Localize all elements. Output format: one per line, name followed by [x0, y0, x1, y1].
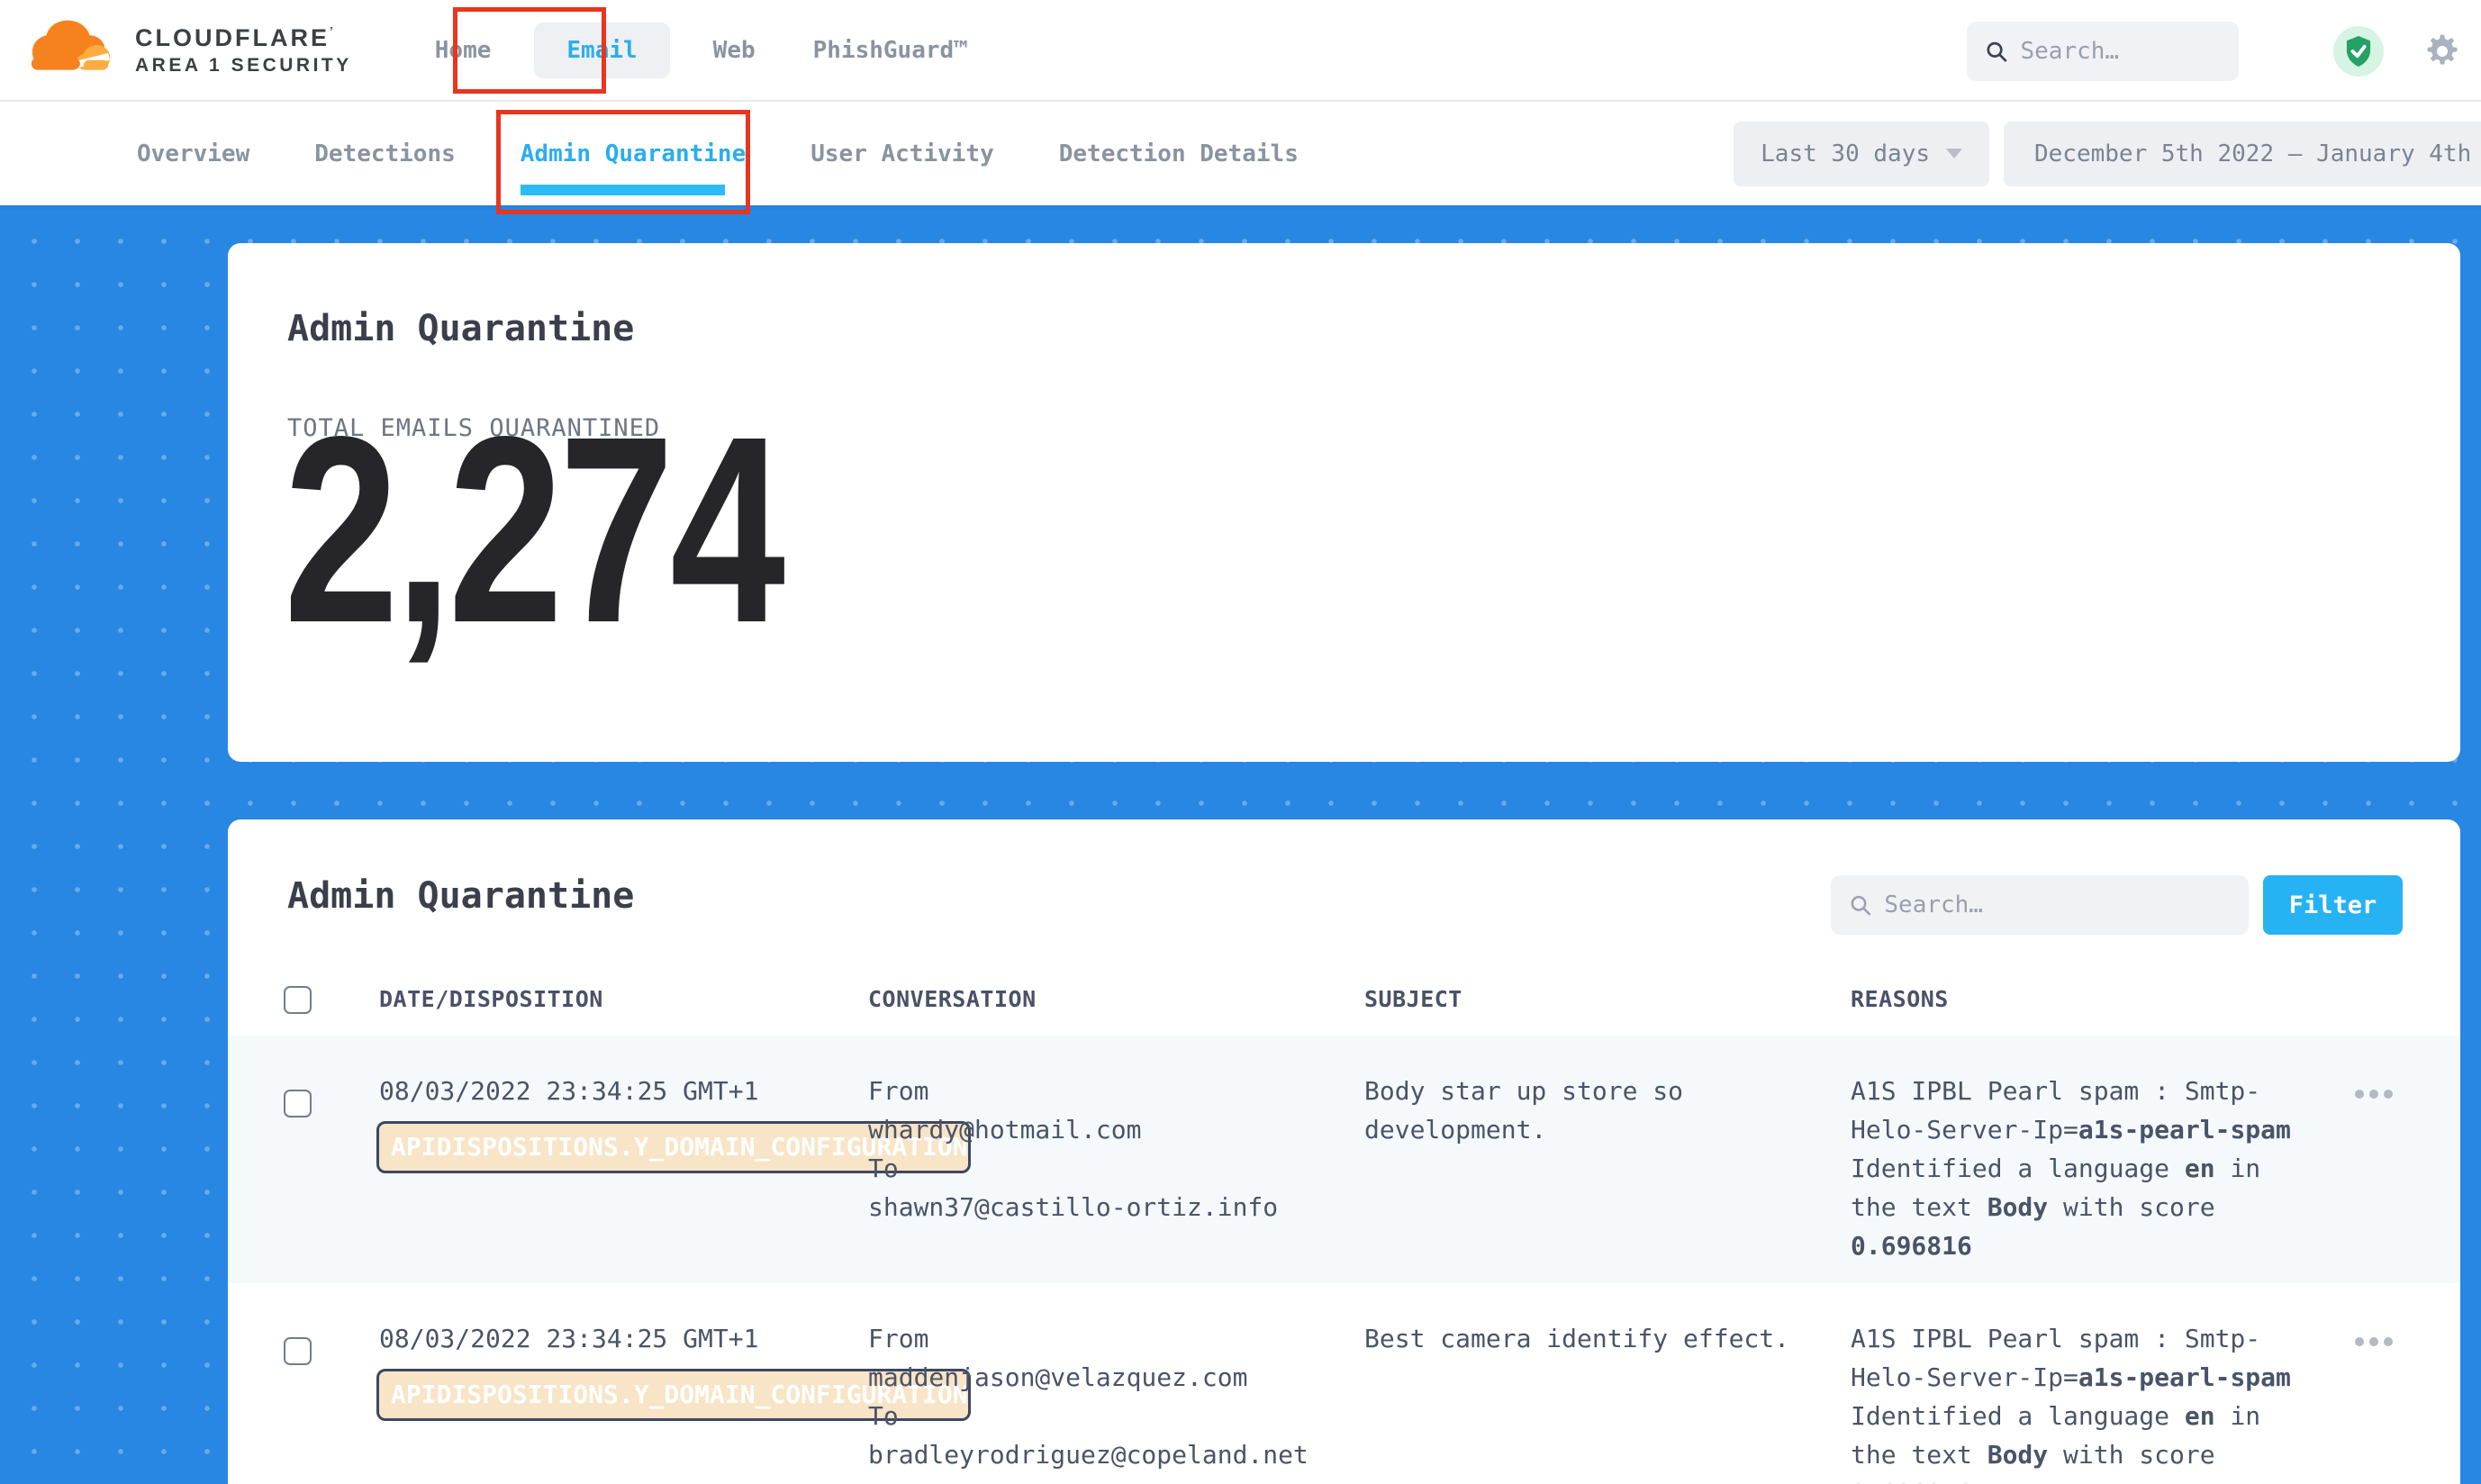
- search-icon: [1985, 38, 2007, 65]
- row-actions-menu[interactable]: [2355, 1090, 2393, 1099]
- cloudflare-logo[interactable]: CLOUDFLARE’ AREA 1 SECURITY: [27, 18, 352, 83]
- row-conversation: From maddenjason@velazquez.com To bradle…: [868, 1319, 1354, 1474]
- gear-icon: [2423, 32, 2461, 70]
- brand-wordmark: CLOUDFLARE’ AREA 1 SECURITY: [135, 24, 352, 77]
- to-address: shawn37@castillo-ortiz.info: [868, 1188, 1354, 1226]
- topnav-right-controls: [1967, 0, 2481, 102]
- nav-item-phishguard[interactable]: PhishGuard™: [813, 37, 968, 64]
- row-actions-menu[interactable]: [2355, 1337, 2393, 1346]
- column-header-conversation: CONVERSATION: [868, 986, 1037, 1012]
- primary-nav: Home Email Web PhishGuard™: [406, 23, 997, 78]
- table-header: DATE/DISPOSITION CONVERSATION SUBJECT RE…: [228, 986, 2460, 1036]
- search-icon: [1849, 892, 1871, 918]
- row-conversation: From whardy@hotmail.com To shawn37@casti…: [868, 1072, 1354, 1226]
- section-tab-bar: Overview Detections Admin Quarantine Use…: [0, 102, 2481, 205]
- nav-item-web[interactable]: Web: [713, 37, 756, 64]
- row-reasons: A1S IPBL Pearl spam : Smtp-Helo-Server-I…: [1851, 1319, 2305, 1484]
- brand-trademark: ’: [330, 24, 336, 38]
- settings-button[interactable]: [2423, 32, 2461, 70]
- cloudflare-cloud-icon: [27, 18, 124, 83]
- row-date: 08/03/2022 23:34:25 GMT+1: [379, 1319, 758, 1358]
- quarantine-table-card: Admin Quarantine Filter DATE/DISPOSITION…: [228, 819, 2460, 1484]
- security-status-badge[interactable]: [2333, 26, 2384, 77]
- row-subject: Best camera identify effect.: [1364, 1319, 1792, 1358]
- subnav-right-controls: Last 30 days December 5th 2022 — January…: [1734, 102, 2481, 205]
- table-row: 08/03/2022 23:34:25 GMT+1 APIDISPOSITION…: [228, 1283, 2460, 1484]
- row-checkbox[interactable]: [284, 1090, 312, 1118]
- row-date: 08/03/2022 23:34:25 GMT+1: [379, 1072, 758, 1110]
- brand-name: CLOUDFLARE: [135, 24, 330, 51]
- from-label: From: [868, 1072, 1354, 1110]
- column-header-date-disposition: DATE/DISPOSITION: [379, 986, 603, 1012]
- brand-subtitle: AREA 1 SECURITY: [135, 55, 352, 77]
- time-range-dropdown[interactable]: Last 30 days: [1734, 122, 1989, 186]
- select-all-checkbox[interactable]: [284, 986, 312, 1014]
- row-reasons: A1S IPBL Pearl spam : Smtp-Helo-Server-I…: [1851, 1072, 2305, 1265]
- to-address: bradleyrodriguez@copeland.net: [868, 1435, 1354, 1474]
- to-label: To: [868, 1149, 1354, 1188]
- from-address: whardy@hotmail.com: [868, 1110, 1354, 1149]
- admin-quarantine-page: CLOUDFLARE’ AREA 1 SECURITY Home Email W…: [0, 0, 2481, 1484]
- filter-button[interactable]: Filter: [2263, 875, 2403, 935]
- from-address: maddenjason@velazquez.com: [868, 1358, 1354, 1397]
- row-checkbox[interactable]: [284, 1337, 312, 1365]
- table-card-title: Admin Quarantine: [287, 875, 634, 917]
- time-range-label: Last 30 days: [1761, 140, 1930, 167]
- tab-detection-details[interactable]: Detection Details: [1059, 140, 1299, 167]
- metric-value: 2,274: [284, 270, 781, 789]
- column-header-reasons: REASONS: [1851, 986, 1949, 1012]
- date-range-text: December 5th 2022 — January 4th 2023: [2034, 140, 2481, 167]
- tab-admin-quarantine[interactable]: Admin Quarantine: [521, 140, 746, 167]
- tab-detections[interactable]: Detections: [314, 140, 456, 167]
- active-tab-underline: [521, 185, 725, 195]
- from-label: From: [868, 1319, 1354, 1358]
- to-label: To: [868, 1397, 1354, 1435]
- column-header-subject: SUBJECT: [1364, 986, 1462, 1012]
- tab-user-activity[interactable]: User Activity: [810, 140, 994, 167]
- summary-card: Admin Quarantine TOTAL EMAILS QUARANTINE…: [228, 243, 2460, 762]
- nav-item-home[interactable]: Home: [435, 37, 492, 64]
- top-navigation-bar: CLOUDFLARE’ AREA 1 SECURITY Home Email W…: [0, 0, 2481, 102]
- table-search-input[interactable]: [1884, 891, 2231, 918]
- table-row: 08/03/2022 23:34:25 GMT+1 APIDISPOSITION…: [228, 1036, 2460, 1283]
- shield-check-icon: [2344, 36, 2373, 67]
- global-search[interactable]: [1967, 22, 2239, 81]
- global-search-input[interactable]: [2020, 38, 2221, 65]
- content-background: Admin Quarantine TOTAL EMAILS QUARANTINE…: [0, 205, 2481, 1484]
- nav-item-email[interactable]: Email: [534, 23, 669, 78]
- table-search[interactable]: [1831, 875, 2249, 935]
- caret-down-icon: [1946, 149, 1962, 158]
- tab-overview[interactable]: Overview: [137, 140, 249, 167]
- date-range-display[interactable]: December 5th 2022 — January 4th 2023: [2004, 122, 2481, 186]
- row-subject: Body star up store so development.: [1364, 1072, 1792, 1149]
